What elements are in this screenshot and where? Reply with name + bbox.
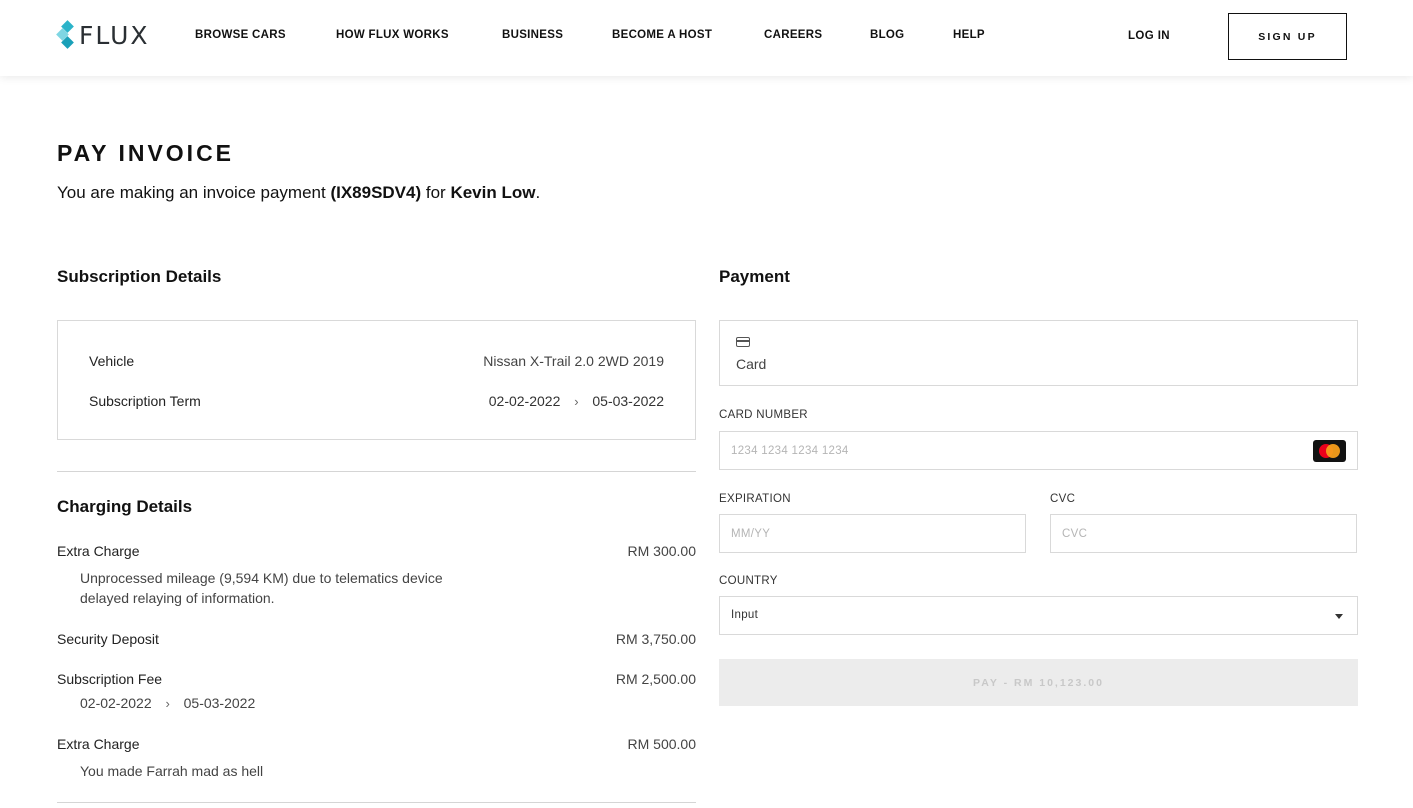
charge-amount: RM 300.00 <box>627 543 696 559</box>
caret-down-icon <box>1335 614 1343 619</box>
nav-become-a-host[interactable]: BECOME A HOST <box>612 29 712 41</box>
credit-card-icon <box>736 337 750 347</box>
nav-blog[interactable]: BLOG <box>870 29 904 41</box>
subscription-details-heading: Subscription Details <box>57 267 222 286</box>
charging-details-heading: Charging Details <box>57 497 193 516</box>
country-label: COUNTRY <box>719 575 778 587</box>
cvc-field <box>1050 514 1357 553</box>
pay-button[interactable]: PAY - RM 10,123.00 <box>719 659 1358 706</box>
charge-amount: RM 2,500.00 <box>615 671 696 687</box>
charge-term: 02-02-2022 › 05-03-2022 <box>80 695 696 711</box>
country-select[interactable]: Input <box>719 596 1358 635</box>
chevron-right-icon: › <box>574 393 579 409</box>
top-navbar: FLUX BROWSE CARS HOW FLUX WORKS BUSINESS… <box>0 0 1413 76</box>
card-number-input[interactable] <box>720 432 1357 469</box>
intro-for: for <box>421 183 451 202</box>
charge-item: Extra Charge RM 300.00 Unprocessed milea… <box>57 543 696 608</box>
nav-help[interactable]: HELP <box>953 29 985 41</box>
charge-label: Extra Charge <box>57 543 140 559</box>
charge-amount: RM 500.00 <box>627 736 696 752</box>
login-link[interactable]: LOG IN <box>1128 30 1170 42</box>
subscription-term-row: Subscription Term 02-02-2022 › 05-03-202… <box>89 393 664 409</box>
intro-prefix: You are making an invoice payment <box>57 183 331 202</box>
charge-label: Security Deposit <box>57 631 159 647</box>
charge-description: Unprocessed mileage (9,594 KM) due to te… <box>80 570 443 606</box>
term-start: 02-02-2022 <box>488 393 561 409</box>
payment-method-card-tab[interactable]: Card <box>719 320 1358 386</box>
signup-button[interactable]: SIGN UP <box>1228 13 1347 60</box>
card-number-field <box>719 431 1358 470</box>
vehicle-label: Vehicle <box>89 353 135 369</box>
charge-label: Extra Charge <box>57 736 140 752</box>
flux-logo[interactable]: FLUX <box>56 20 150 50</box>
nav-business[interactable]: BUSINESS <box>502 29 563 41</box>
chevron-right-icon: › <box>165 695 170 711</box>
subscription-term-label: Subscription Term <box>89 393 201 409</box>
expiration-field <box>719 514 1026 553</box>
charge-label: Subscription Fee <box>57 671 163 687</box>
charge-description: You made Farrah mad as hell <box>80 763 264 779</box>
charge-term-end: 05-03-2022 <box>183 695 256 711</box>
charge-term-start: 02-02-2022 <box>80 695 152 711</box>
section-divider <box>57 802 696 803</box>
page-title: PAY INVOICE <box>57 140 235 166</box>
cvc-input[interactable] <box>1051 515 1356 552</box>
section-divider <box>57 471 696 472</box>
mastercard-icon <box>1313 440 1346 462</box>
term-end: 05-03-2022 <box>592 393 664 409</box>
card-number-label: CARD NUMBER <box>719 409 808 421</box>
invoice-id: (IX89SDV4) <box>330 183 422 202</box>
cvc-label: CVC <box>1050 493 1076 505</box>
country-value: Input <box>731 609 759 621</box>
payment-heading: Payment <box>719 267 790 286</box>
customer-name: Kevin Low <box>450 183 536 202</box>
intro-suffix: . <box>535 183 541 202</box>
charge-amount: RM 3,750.00 <box>615 631 696 647</box>
vehicle-value: Nissan X-Trail 2.0 2WD 2019 <box>483 353 664 369</box>
nav-how-flux-works[interactable]: HOW FLUX WORKS <box>336 29 449 41</box>
expiration-label: EXPIRATION <box>719 493 791 505</box>
charge-item: Extra Charge RM 500.00 You made Farrah m… <box>57 736 696 781</box>
payment-method-label: Card <box>736 356 767 372</box>
brand-name: FLUX <box>79 20 150 50</box>
nav-careers[interactable]: CAREERS <box>764 29 822 41</box>
charge-item: Security Deposit RM 3,750.00 <box>57 631 696 647</box>
charge-item: Subscription Fee RM 2,500.00 02-02-2022 … <box>57 671 696 711</box>
flux-logo-icon <box>56 20 75 49</box>
subscription-details-card: Vehicle Nissan X-Trail 2.0 2WD 2019 Subs… <box>57 320 696 440</box>
expiration-input[interactable] <box>720 515 1025 552</box>
invoice-intro: You are making an invoice payment (IX89S… <box>57 183 540 203</box>
vehicle-row: Vehicle Nissan X-Trail 2.0 2WD 2019 <box>89 353 664 369</box>
subscription-term-value: 02-02-2022 › 05-03-2022 <box>489 393 664 409</box>
nav-browse-cars[interactable]: BROWSE CARS <box>195 29 286 41</box>
